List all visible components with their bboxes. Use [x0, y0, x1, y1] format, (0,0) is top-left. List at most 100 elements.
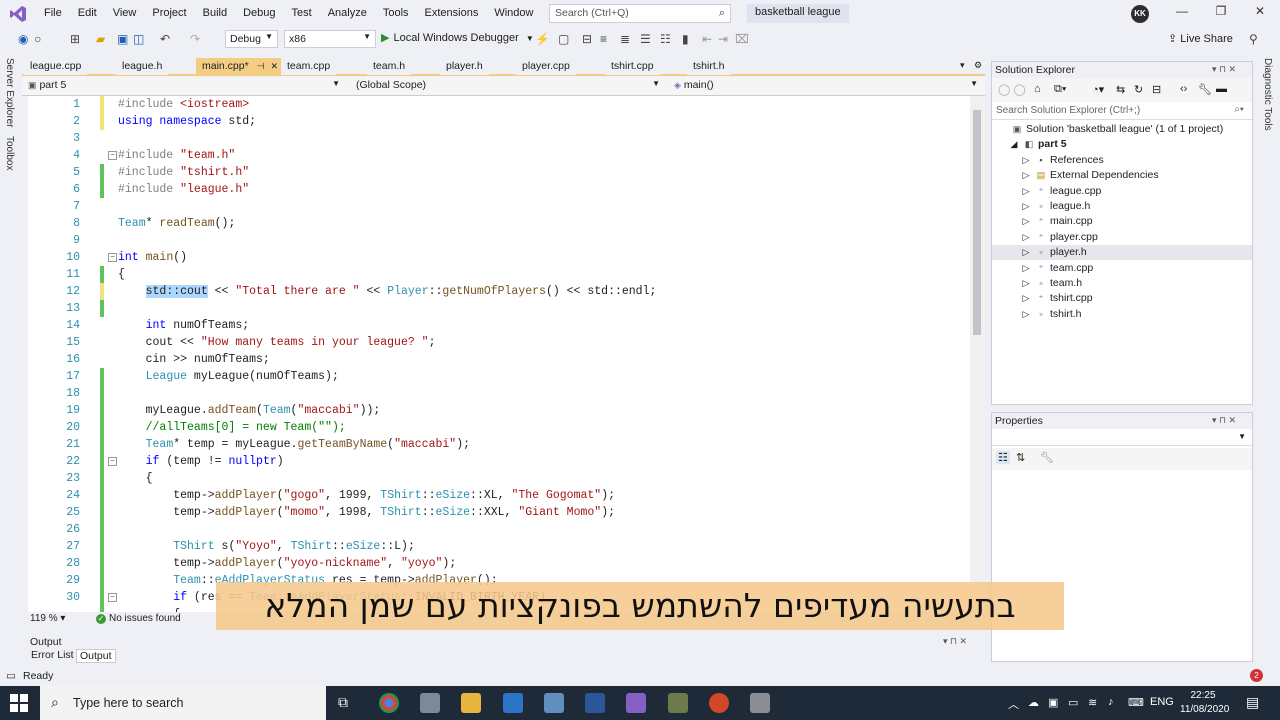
- code-line[interactable]: 23 {: [28, 470, 970, 487]
- issues-indicator[interactable]: ✓ No issues found: [96, 613, 181, 624]
- expand-arrow-icon[interactable]: ▷: [1020, 261, 1032, 276]
- scrollbar-thumb[interactable]: [973, 110, 981, 335]
- code-line[interactable]: 15 cout << "How many teams in your leagu…: [28, 334, 970, 351]
- menu-view[interactable]: View: [105, 0, 145, 27]
- code-line[interactable]: 6 #include "league.h": [28, 181, 970, 198]
- windows-start-icon[interactable]: [10, 694, 28, 712]
- collapse-icon[interactable]: −: [108, 457, 117, 466]
- close-icon[interactable]: ✕: [1250, 4, 1270, 22]
- menu-test[interactable]: Test: [284, 0, 320, 27]
- code-line[interactable]: 9: [28, 232, 970, 249]
- tools-icon[interactable]: ⊟: [582, 31, 592, 47]
- code-line[interactable]: 21 Team* temp = myLeague.getTeamByName("…: [28, 436, 970, 453]
- tray-chevron-icon[interactable]: ︿: [1008, 696, 1019, 712]
- tree-item[interactable]: ▷ ▫ team.h: [992, 276, 1252, 291]
- scope-select[interactable]: (Global Scope) ▼: [352, 78, 664, 94]
- tree-item[interactable]: ▷ ⁺ tshirt.cpp: [992, 291, 1252, 306]
- close-tab-icon[interactable]: ✕: [271, 61, 279, 71]
- code-line[interactable]: 2 using namespace std;: [28, 113, 970, 130]
- view-code-icon[interactable]: ‹›: [1180, 83, 1187, 95]
- expand-arrow-icon[interactable]: ▷: [1020, 153, 1032, 168]
- alphabetical-icon[interactable]: ⇅: [1016, 451, 1025, 464]
- prev-bookmark-icon[interactable]: ⇤: [702, 31, 712, 47]
- tree-item[interactable]: ▷ ⁺ main.cpp: [992, 214, 1252, 229]
- powerpoint-icon[interactable]: [709, 693, 729, 713]
- back-icon[interactable]: ◉: [18, 31, 28, 47]
- code-line[interactable]: 4 − #include "team.h": [28, 147, 970, 164]
- tray-app-icon[interactable]: ▣: [1048, 696, 1058, 709]
- avatar[interactable]: KK: [1131, 5, 1149, 23]
- tab-tshirt-h[interactable]: tshirt.h: [687, 58, 731, 75]
- home-icon[interactable]: ⌂: [1034, 83, 1041, 95]
- code-line[interactable]: 12 std::cout << "Total there are " << Pl…: [28, 283, 970, 300]
- indent-icon[interactable]: ≡: [600, 31, 607, 47]
- platform-select[interactable]: x86 ▼: [284, 30, 376, 48]
- code-line[interactable]: 26: [28, 521, 970, 538]
- tab-error-list[interactable]: Error List: [28, 649, 77, 661]
- config-select[interactable]: Debug ▼: [225, 30, 278, 48]
- hot-reload-icon[interactable]: ⚡: [535, 31, 550, 47]
- pane-options-icon[interactable]: ▾ ⊓ ✕: [943, 636, 967, 647]
- tree-item[interactable]: ▷ ⁺ team.cpp: [992, 261, 1252, 276]
- tab-league-cpp[interactable]: league.cpp: [24, 58, 88, 75]
- app-icon-2[interactable]: [544, 693, 564, 713]
- word-icon[interactable]: [585, 693, 605, 713]
- wifi-icon[interactable]: ≋: [1088, 696, 1097, 709]
- expand-arrow-icon[interactable]: ▷: [1020, 245, 1032, 260]
- code-line[interactable]: 17 League myLeague(numOfTeams);: [28, 368, 970, 385]
- tab-league-h[interactable]: league.h: [116, 58, 169, 75]
- tab-main-cpp[interactable]: main.cpp* ⊣ ✕: [196, 58, 285, 75]
- onedrive-icon[interactable]: ☁: [1028, 696, 1039, 709]
- notification-badge[interactable]: 2: [1250, 669, 1263, 682]
- expand-arrow-icon[interactable]: ▷: [1020, 276, 1032, 291]
- expand-arrow-icon[interactable]: ▷: [1020, 307, 1032, 322]
- pane-options-icon[interactable]: ▾ ⊓ ✕: [1212, 64, 1236, 75]
- property-pages-icon[interactable]: 🔧︎: [1040, 451, 1054, 464]
- properties-wrench-icon[interactable]: 🔧︎: [1198, 83, 1212, 96]
- code-line[interactable]: 3: [28, 130, 970, 147]
- app-icon-3[interactable]: [668, 693, 688, 713]
- tab-output[interactable]: Output: [76, 649, 116, 663]
- pane-options-icon[interactable]: ▾ ⊓ ✕: [1212, 415, 1236, 426]
- code-line[interactable]: 25 temp->addPlayer("momo", 1998, TShirt:…: [28, 504, 970, 521]
- tab-team-cpp[interactable]: team.cpp: [281, 58, 337, 75]
- live-share-button[interactable]: ⇪ Live Share: [1168, 32, 1233, 45]
- expand-arrow-icon[interactable]: ▷: [1020, 184, 1032, 199]
- minimize-icon[interactable]: —: [1172, 4, 1192, 22]
- tab-player-h[interactable]: player.h: [440, 58, 489, 75]
- taskbar-search-input[interactable]: ⌕ Type here to search: [40, 686, 326, 720]
- member-select[interactable]: ◈ main() ▼: [670, 78, 982, 94]
- expand-arrow-icon[interactable]: ▷: [1020, 199, 1032, 214]
- comment-icon[interactable]: ☰: [640, 31, 651, 47]
- code-line[interactable]: 14 int numOfTeams;: [28, 317, 970, 334]
- code-line[interactable]: 11 {: [28, 266, 970, 283]
- switch-views-icon[interactable]: ⧉▾: [1054, 83, 1066, 96]
- diagnostic-tools-tab[interactable]: Diagnostic Tools: [1262, 58, 1273, 131]
- tab-overflow-icon[interactable]: ▾: [960, 60, 965, 71]
- menu-extensions[interactable]: Extensions: [417, 0, 487, 27]
- next-bookmark-icon[interactable]: ⇥: [718, 31, 728, 47]
- server-explorer-tab[interactable]: Server Explorer: [4, 58, 15, 127]
- code-line[interactable]: 27 TShirt s("Yoyo", TShirt::eSize::L);: [28, 538, 970, 555]
- bookmark-icon[interactable]: ▮: [682, 31, 689, 47]
- expand-arrow-icon[interactable]: ▷: [1020, 168, 1032, 183]
- menu-window[interactable]: Window: [486, 0, 541, 27]
- search-input[interactable]: Search (Ctrl+Q) ⌕: [549, 4, 731, 23]
- settings-gear-icon[interactable]: ⚙: [974, 60, 982, 71]
- redo-icon[interactable]: ↷: [190, 31, 200, 47]
- code-line[interactable]: 28 temp->addPlayer("yoyo-nickname", "yoy…: [28, 555, 970, 572]
- ime-icon[interactable]: ⌨: [1128, 696, 1144, 709]
- tab-player-cpp[interactable]: player.cpp: [516, 58, 576, 75]
- tab-tshirt-cpp[interactable]: tshirt.cpp: [605, 58, 660, 75]
- task-view-icon[interactable]: ⧉: [338, 694, 348, 711]
- tree-item[interactable]: ▣ Solution 'basketball league' (1 of 1 pr…: [992, 122, 1252, 137]
- visual-studio-icon[interactable]: [626, 693, 646, 713]
- menu-file[interactable]: File: [36, 0, 70, 27]
- clear-bookmarks-icon[interactable]: ⌧: [735, 31, 749, 47]
- language-indicator[interactable]: ENG: [1150, 696, 1174, 708]
- sync-icon[interactable]: ⇆: [1116, 83, 1125, 96]
- save-all-icon[interactable]: ◫: [133, 31, 144, 47]
- undo-icon[interactable]: ↶: [160, 31, 170, 47]
- open-folder-icon[interactable]: ▰: [96, 31, 105, 47]
- power-icon[interactable]: ▭: [1068, 696, 1078, 709]
